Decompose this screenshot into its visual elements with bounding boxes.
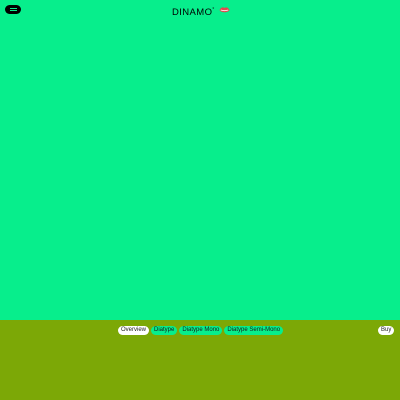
page: DINAMO° Overview Diatype Diatype Mono Di… (0, 0, 400, 400)
logo[interactable]: DINAMO° (172, 5, 230, 18)
product-tabs: Overview Diatype Diatype Mono Diatype Se… (118, 326, 284, 335)
tab-diatype-mono[interactable]: Diatype Mono (179, 326, 223, 335)
logo-wordmark: DINAMO° (172, 5, 215, 18)
buy-button[interactable]: Buy (378, 326, 395, 335)
lips-icon (219, 7, 230, 13)
logo-name: DINAMO (172, 7, 213, 19)
menu-icon (9, 7, 17, 9)
menu-button[interactable] (5, 5, 21, 14)
tab-diatype[interactable]: Diatype (151, 326, 178, 335)
menu-icon-line (9, 10, 17, 12)
tab-overview[interactable]: Overview (118, 326, 150, 335)
logo-degree-mark: ° (212, 7, 215, 13)
tab-diatype-semi-mono[interactable]: Diatype Semi-Mono (224, 326, 284, 335)
footer-bar: Overview Diatype Diatype Mono Diatype Se… (0, 320, 400, 400)
